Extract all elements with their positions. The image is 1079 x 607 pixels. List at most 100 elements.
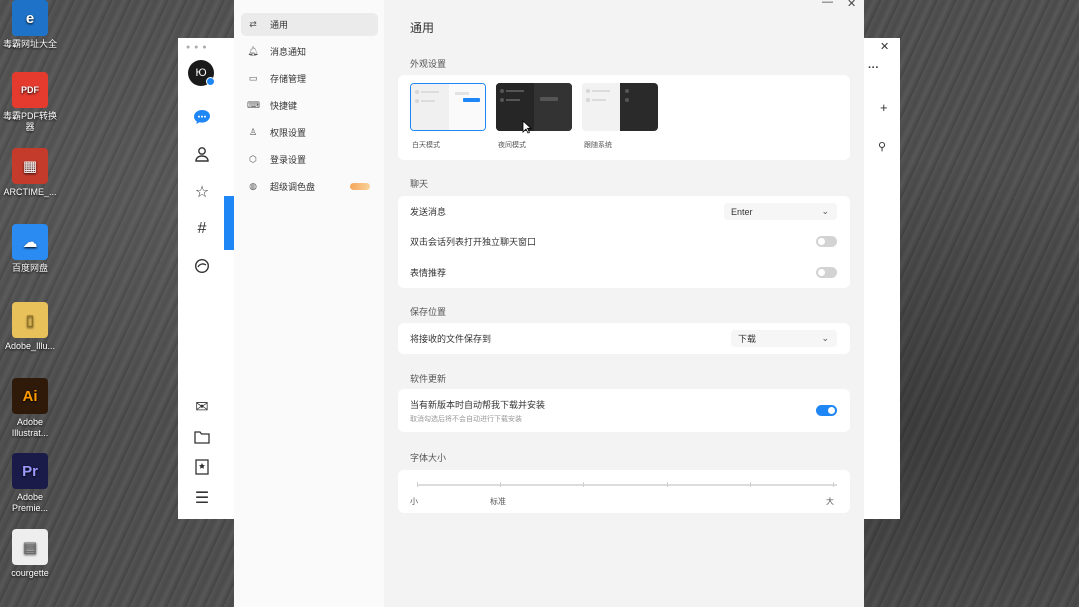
sidebar-item-label: 权限设置 — [270, 128, 307, 138]
sliders-icon: ⇄ — [249, 19, 257, 29]
chevron-down-icon: ⌄ — [821, 206, 829, 216]
save-location-value: 下载 — [738, 334, 757, 344]
page-title: 通用 — [410, 21, 435, 35]
emoji-recommend-toggle[interactable] — [816, 267, 837, 278]
mail-icon[interactable]: ✉ — [191, 396, 213, 418]
sidebar-item[interactable]: ▭ 存储管理 — [241, 67, 378, 90]
add-icon[interactable]: + — [880, 100, 888, 115]
theme-dark-label: 夜间模式 — [498, 142, 526, 149]
auto-update-toggle[interactable] — [816, 405, 837, 416]
online-status-dot — [206, 77, 215, 86]
desktop-icon[interactable]: e 毒霸网址大全 — [2, 0, 58, 50]
contacts-icon[interactable] — [191, 143, 213, 165]
desktop-icon[interactable]: Ai Adobe Illustrat... — [2, 378, 58, 439]
update-heading: 软件更新 — [410, 374, 447, 384]
edge-icon: e — [12, 0, 48, 36]
sidebar-item-label: 通用 — [270, 20, 289, 30]
appearance-card: 白天模式 夜间模式 跟随系统 — [398, 75, 850, 160]
more-icon[interactable]: ··· — [868, 62, 879, 74]
desktop-icon[interactable]: ▤ courgette — [2, 529, 58, 579]
font-size-card: 小 标准 大 — [398, 470, 850, 513]
storage-icon: ▭ — [248, 73, 258, 83]
illustrator-icon: Ai — [12, 378, 48, 414]
slider-tick — [500, 482, 501, 487]
bell-icon: 🔔︎ — [247, 46, 259, 56]
sidebar-item[interactable]: ♙ 权限设置 — [241, 121, 378, 144]
appearance-heading: 外观设置 — [410, 59, 447, 69]
desktop-icon-label: Adobe Premie... — [11, 492, 48, 513]
sidebar-item[interactable]: 🔔︎ 消息通知 — [241, 40, 378, 63]
theme-system-option[interactable] — [582, 83, 658, 131]
desktop-icon[interactable]: PDF 毒霸PDF转换器 — [2, 72, 58, 133]
minimize-icon[interactable]: — — [822, 0, 833, 8]
hashtag-icon[interactable]: # — [191, 218, 213, 240]
slider-tick — [833, 482, 834, 487]
new-badge — [350, 183, 370, 190]
background-app-selection — [224, 196, 234, 250]
folder-icon[interactable] — [191, 426, 213, 448]
star-icon[interactable]: ☆ — [191, 181, 213, 203]
sidebar-item[interactable]: ⬡ 登录设置 — [241, 148, 378, 171]
avatar[interactable]: Ю — [188, 60, 215, 86]
bookmark-icon[interactable] — [191, 456, 213, 478]
theme-light-option[interactable] — [410, 83, 486, 131]
sidebar-item[interactable]: ⇄ 通用 — [241, 13, 378, 36]
theme-dark-option[interactable] — [496, 83, 572, 131]
slider-tick — [417, 482, 418, 487]
settings-sidebar: ⇄ 通用 🔔︎ 消息通知 ▭ 存储管理 ⌨ 快捷键 ♙ 权限设置 ⬡ 登录设置 ◍ 超级调色盘 — [234, 0, 384, 607]
save-location-card: 将接收的文件保存到 下载 ⌄ — [398, 323, 850, 354]
auto-update-sublabel: 取消勾选后将不会自动进行下载安装 — [410, 416, 522, 423]
font-size-slider[interactable] — [417, 484, 837, 486]
font-size-heading: 字体大小 — [410, 453, 447, 463]
desktop-icon-label: Adobe Illustrat... — [11, 417, 49, 438]
desktop-icon[interactable]: ▦ ARCTIME_... — [2, 148, 58, 198]
desktop-icon-label: 毒霸网址大全 — [2, 39, 57, 49]
menu-icon[interactable]: ☰ — [191, 487, 213, 509]
chat-icon[interactable] — [191, 106, 213, 128]
moments-icon[interactable] — [191, 255, 213, 277]
font-size-mid-label: 标准 — [490, 497, 506, 506]
chat-heading: 聊天 — [410, 179, 429, 189]
emoji-recommend-label: 表情推荐 — [410, 267, 447, 278]
shield-icon: ⬡ — [249, 154, 257, 164]
update-card: 当有新版本时自动帮我下载并安装 取消勾选后将不会自动进行下载安装 — [398, 389, 850, 432]
desktop-icon-label: 毒霸PDF转换器 — [2, 111, 57, 132]
save-location-heading: 保存位置 — [410, 307, 447, 317]
document-icon: ▤ — [12, 529, 48, 565]
desktop-icon[interactable]: Pr Adobe Premie... — [2, 453, 58, 514]
close-icon[interactable]: ✕ — [847, 0, 856, 10]
chat-card: 发送消息 Enter ⌄ 双击会话列表打开独立聊天窗口 表情推荐 — [398, 196, 850, 288]
sidebar-item-label: 消息通知 — [270, 47, 307, 57]
auto-update-label: 当有新版本时自动帮我下载并安装 — [410, 399, 546, 410]
mouse-cursor-icon — [522, 120, 532, 134]
desktop-icon-label: ARCTIME_... — [3, 187, 57, 197]
sidebar-item[interactable]: ◍ 超级调色盘 — [241, 175, 378, 198]
theme-system-label: 跟随系统 — [584, 142, 612, 149]
send-message-select[interactable]: Enter ⌄ — [724, 203, 837, 220]
close-icon[interactable]: ✕ — [880, 40, 889, 53]
premiere-icon: Pr — [12, 453, 48, 489]
pdf-icon: PDF — [12, 72, 48, 108]
arctime-icon: ▦ — [12, 148, 48, 184]
settings-main: — ✕ 通用 外观设置 白天模式 夜间模式 跟随系统 聊天 发送消息 Enter — [384, 0, 864, 607]
desktop-icon[interactable]: ☁ 百度网盘 — [2, 224, 58, 274]
background-app-right-panel: ✕ ··· + ⚲ — [866, 41, 900, 519]
desktop-icon[interactable]: ▯ Adobe_Illu... — [2, 302, 58, 352]
slider-tick — [667, 482, 668, 487]
palette-icon: ◍ — [249, 181, 257, 191]
baidu-netdisk-icon: ☁ — [12, 224, 48, 260]
sidebar-item-label: 超级调色盘 — [270, 182, 316, 192]
save-location-select[interactable]: 下载 ⌄ — [731, 330, 837, 347]
sidebar-item-label: 存储管理 — [270, 74, 307, 84]
sidebar-item-label: 快捷键 — [270, 101, 298, 111]
font-size-min-label: 小 — [410, 497, 418, 506]
settings-window: ⇄ 通用 🔔︎ 消息通知 ▭ 存储管理 ⌨ 快捷键 ♙ 权限设置 ⬡ 登录设置 ◍ 超级调色盘 — ✕ 通… — [234, 0, 864, 607]
keyboard-icon: ⌨ — [247, 100, 260, 110]
double-click-toggle[interactable] — [816, 236, 837, 247]
sidebar-item[interactable]: ⌨ 快捷键 — [241, 94, 378, 117]
user-lock-icon: ♙ — [248, 127, 258, 137]
sidebar-item-label: 登录设置 — [270, 155, 307, 165]
search-icon[interactable]: ⚲ — [878, 140, 886, 153]
chevron-down-icon: ⌄ — [821, 333, 829, 343]
send-message-value: Enter — [731, 206, 753, 217]
